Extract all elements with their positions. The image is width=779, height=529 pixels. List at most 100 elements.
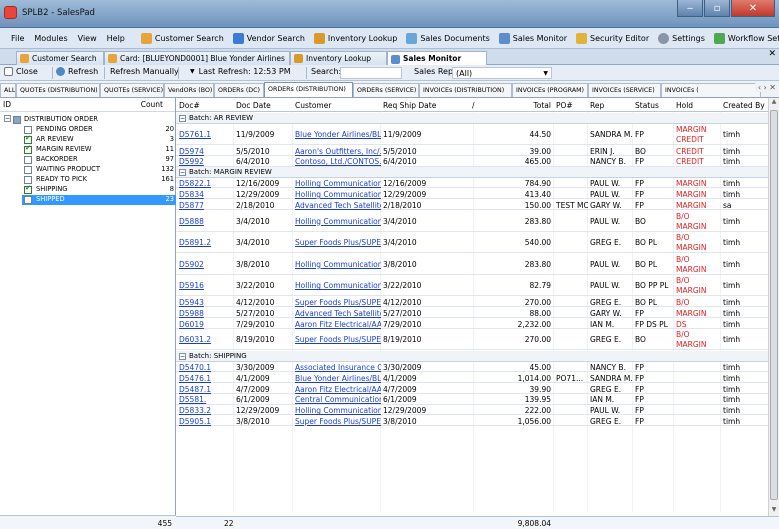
customer-link[interactable]: Holling Communications ...	[295, 260, 381, 269]
scroll-down-icon[interactable]: ▼	[769, 506, 779, 516]
customer-link[interactable]: Associated Insurance C...	[295, 363, 381, 372]
sales-rep-select[interactable]: (All) ▼	[452, 67, 552, 79]
customer-link[interactable]: Aaron's Outfitters, Inc/...	[295, 147, 381, 156]
root-checkbox[interactable]	[13, 116, 21, 124]
tab-invoices-distribution[interactable]: INVOICEs (DISTRIBUTION)	[419, 83, 512, 97]
tree-item-margin-review[interactable]: MARGIN REVIEW 11	[0, 144, 176, 155]
table-row[interactable]: D5581.6/1/2009Central Communications...6…	[176, 394, 768, 405]
maximize-icon[interactable]: ▫	[704, 0, 730, 17]
collapse-icon[interactable]: −	[179, 115, 186, 122]
tab-orders-service[interactable]: ORDERs (SERVICE)	[353, 83, 419, 97]
customer-link[interactable]: Holling Communications ...	[295, 281, 381, 290]
menu-modules[interactable]: Modules	[29, 34, 72, 43]
collapse-icon[interactable]: −	[4, 115, 11, 122]
refresh-manually-button[interactable]: Refresh Manually	[110, 67, 179, 76]
customer-link[interactable]: Holling Communications ...	[295, 217, 381, 226]
tab-vendors-bo[interactable]: VendORs (BO)	[164, 83, 214, 97]
doc-number-link[interactable]: D6019	[179, 320, 231, 329]
doc-number-link[interactable]: D5988	[179, 309, 231, 318]
tab-orders-dc[interactable]: ORDERs (DC)	[214, 83, 264, 97]
table-row[interactable]: D59023/8/2010Holling Communications ...3…	[176, 254, 768, 275]
sales-documents-button[interactable]: Sales Documents	[403, 32, 495, 44]
batch-group-header[interactable]: − Batch: MARGIN REVIEW	[176, 167, 768, 179]
doc-number-link[interactable]: D5476.1	[179, 374, 231, 383]
table-row[interactable]: D5476.1 4/1/2009 Blue Yonder Airlines/BL..…	[176, 373, 768, 384]
customer-link[interactable]: Holling Communications ...	[295, 406, 381, 415]
doc-number-link[interactable]: D5992	[179, 157, 231, 166]
vendor-search-button[interactable]: Vendor Search	[230, 32, 311, 44]
inventory-lookup-button[interactable]: Inventory Lookup	[311, 32, 403, 44]
customer-link[interactable]: Blue Yonder Airlines/BL...	[295, 374, 381, 383]
customer-link[interactable]: Advanced Tech Satellite...	[295, 201, 381, 210]
tree-root[interactable]: − DISTRIBUTION ORDER	[0, 115, 176, 125]
table-row[interactable]: D5761.1 11/9/2009 Blue Yonder Airlines/BL.…	[176, 124, 768, 145]
col-hold[interactable]: Hold	[676, 101, 693, 110]
settings-button[interactable]: Settings	[655, 32, 711, 44]
doc-number-link[interactable]: D5974	[179, 147, 231, 156]
table-row[interactable]: D5833.2 12/29/2009 Holling Communications …	[176, 405, 768, 416]
table-row[interactable]: D583412/29/2009Holling Communications ..…	[176, 189, 768, 200]
customer-search-button[interactable]: Customer Search	[138, 32, 230, 44]
col-created-by[interactable]: Created By	[723, 101, 765, 110]
table-row[interactable]: D5891.2 3/4/2010 Super Foods Plus/SUPE... 3…	[176, 232, 768, 254]
col-total[interactable]: Total	[476, 101, 551, 110]
sales-monitor-button[interactable]: Sales Monitor	[496, 32, 573, 44]
table-row[interactable]: D5974 5/5/2010 Aaron's Outfitters, Inc/...…	[176, 146, 768, 156]
doc-number-link[interactable]: D5833.2	[179, 406, 231, 415]
customer-link[interactable]: Super Foods Plus/SUPE...	[295, 417, 381, 426]
tab-invoices-service[interactable]: INVOICEs (SERVICE)	[588, 83, 661, 97]
tab-invoices-more[interactable]: INVOICEs (	[661, 83, 761, 97]
refresh-button[interactable]: Refresh	[56, 67, 98, 76]
tab-invoices-program[interactable]: INVOICEs (PROGRAM)	[512, 83, 588, 97]
checkbox[interactable]	[24, 156, 32, 164]
col-rep[interactable]: Rep	[590, 101, 604, 110]
col-req-ship-date[interactable]: Req Ship Date	[383, 101, 436, 110]
minimize-icon[interactable]: ‒	[677, 0, 703, 17]
table-row[interactable]: D5905.1 3/8/2010 Super Foods Plus/SUPE... 3…	[176, 416, 768, 427]
tree-item-shipped[interactable]: SHIPPED 23	[22, 195, 176, 205]
table-row[interactable]: D6031.2 8/19/2010 Super Foods Plus/SUPE...…	[176, 329, 768, 351]
doc-number-link[interactable]: D5834	[179, 190, 231, 199]
table-row[interactable]: D5487.1 4/7/2009 Aaron Fitz Electrical/AA.…	[176, 384, 768, 394]
checkbox[interactable]	[24, 166, 32, 174]
doc-number-link[interactable]: D5761.1	[179, 130, 231, 139]
doc-number-link[interactable]: D5470.1	[179, 363, 231, 372]
col-doc-date[interactable]: Doc Date	[236, 101, 271, 110]
tab-orders-distribution[interactable]: ORDERs (DISTRIBUTION)	[264, 82, 353, 97]
menu-view[interactable]: View	[73, 34, 102, 43]
table-row[interactable]: D5943 4/12/2010 Super Foods Plus/SUPE... 4/…	[176, 297, 768, 308]
table-row[interactable]: D5992 6/4/2010 Contoso, Ltd./CONTOS... 6/4/…	[176, 156, 768, 167]
customer-link[interactable]: Super Foods Plus/SUPE...	[295, 298, 381, 307]
checkbox[interactable]	[24, 134, 32, 144]
col-doc[interactable]: Doc#	[179, 101, 200, 110]
tab-scroll-arrows[interactable]: ‹ › ✕	[754, 83, 779, 92]
close-button[interactable]: Close	[4, 67, 38, 76]
scroll-thumb[interactable]	[770, 110, 778, 500]
workflow-setup-button[interactable]: Workflow Setup	[711, 32, 779, 44]
doc-number-link[interactable]: D5943	[179, 298, 231, 307]
tree-item-backorder[interactable]: BACKORDER 97	[0, 155, 176, 165]
doc-number-link[interactable]: D6031.2	[179, 335, 231, 344]
customer-link[interactable]: Central Communications...	[295, 395, 381, 404]
col-status[interactable]: Status	[635, 101, 659, 110]
doc-number-link[interactable]: D5877	[179, 201, 231, 210]
tree-id-header[interactable]: ID	[3, 100, 11, 109]
doc-number-link[interactable]: D5822.1	[179, 179, 231, 188]
table-row[interactable]: D59885/27/2010Advanced Tech Satellite...…	[176, 308, 768, 319]
tree-item-waiting-product[interactable]: WAITING PRODUCT 132	[0, 165, 176, 175]
doc-number-link[interactable]: D5487.1	[179, 385, 231, 394]
customer-link[interactable]: Blue Yonder Airlines/BL...	[295, 130, 381, 139]
table-row[interactable]: D6019 7/29/2010 Aaron Fitz Electrical/AA..…	[176, 319, 768, 329]
tab-sales-monitor[interactable]: Sales Monitor	[387, 51, 487, 66]
batch-group-header[interactable]: − Batch: SHIPPING	[176, 351, 768, 362]
customer-link[interactable]: Aaron Fitz Electrical/AA...	[295, 385, 381, 394]
tab-customer-search[interactable]: Customer Search	[16, 51, 104, 65]
doc-number-link[interactable]: D5902	[179, 260, 231, 269]
menu-help[interactable]: Help	[102, 34, 130, 43]
vertical-scrollbar[interactable]: ▲ ▼	[768, 98, 779, 516]
tab-customer-card[interactable]: Card: [BLUEYOND0001] Blue Yonder Airline…	[104, 51, 290, 65]
col-customer[interactable]: Customer	[295, 101, 331, 110]
checkbox[interactable]	[24, 144, 32, 154]
tab-quotes-service[interactable]: QUOTEs (SERVICE)	[100, 83, 164, 97]
scroll-up-icon[interactable]: ▲	[769, 98, 779, 108]
